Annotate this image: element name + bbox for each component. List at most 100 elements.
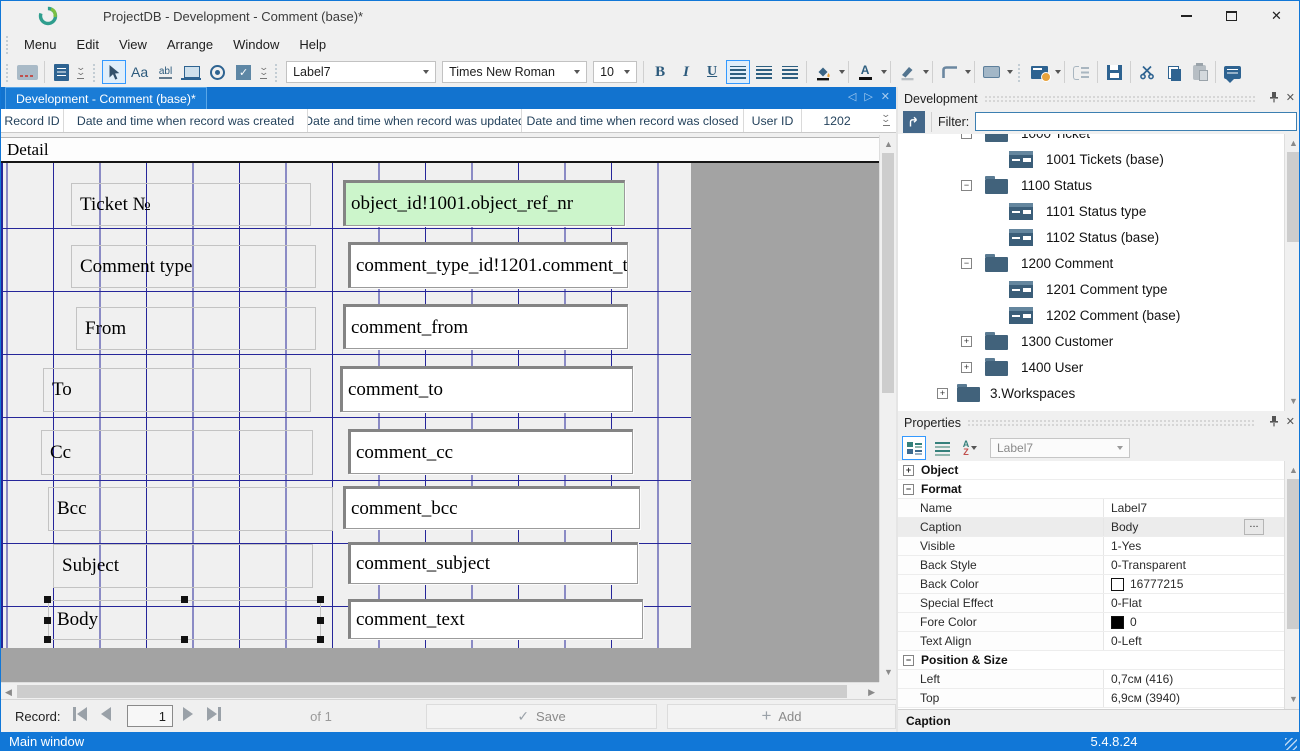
scrollbar-thumb[interactable] bbox=[17, 685, 847, 698]
font-family-combo[interactable]: Times New Roman bbox=[442, 61, 587, 83]
form-label-from[interactable]: From bbox=[76, 307, 316, 350]
menu-item-window[interactable]: Window bbox=[223, 33, 289, 56]
column-header[interactable]: Date and time when record was updated bbox=[308, 109, 522, 132]
highlight-color-button[interactable] bbox=[895, 60, 919, 84]
collapse-icon[interactable] bbox=[903, 655, 914, 666]
menu-item-help[interactable]: Help bbox=[289, 33, 336, 56]
subform-tool-button[interactable] bbox=[180, 60, 204, 84]
properties-panel-header[interactable]: Properties bbox=[898, 411, 1300, 434]
tab-scroll-left-icon[interactable] bbox=[848, 90, 856, 103]
fill-color-button[interactable] bbox=[811, 60, 835, 84]
column-header[interactable]: 1202 bbox=[802, 109, 872, 132]
chevron-down-icon[interactable] bbox=[965, 70, 971, 74]
drag-grip[interactable] bbox=[5, 34, 10, 54]
scrollbar-thumb[interactable] bbox=[1287, 479, 1299, 629]
tree-item-1202-comment-base[interactable]: 1202 Comment (base) bbox=[898, 302, 1284, 328]
panel-close-icon[interactable] bbox=[1286, 93, 1295, 104]
previous-record-button[interactable] bbox=[101, 707, 111, 721]
tab-scroll-right-icon[interactable] bbox=[864, 90, 872, 103]
form-label-body-selected[interactable]: Body bbox=[48, 600, 321, 640]
expand-icon[interactable] bbox=[961, 336, 972, 347]
outline-view-button[interactable] bbox=[1069, 60, 1093, 84]
property-row-text-align[interactable]: Text Align 0-Left bbox=[898, 632, 1284, 651]
copy-button[interactable] bbox=[1161, 60, 1185, 84]
scrollbar-thumb[interactable] bbox=[882, 153, 894, 393]
properties-scrollbar[interactable]: ▲ ▼ bbox=[1284, 461, 1300, 709]
menu-item-menu[interactable]: Menu bbox=[14, 33, 67, 56]
scroll-up-icon[interactable]: ▲ bbox=[1289, 139, 1298, 148]
last-record-button[interactable] bbox=[207, 707, 221, 721]
current-record-input[interactable] bbox=[127, 705, 173, 727]
property-row-fore-color[interactable]: Fore Color 0 bbox=[898, 613, 1284, 632]
radio-tool-button[interactable] bbox=[206, 60, 230, 84]
first-record-button[interactable] bbox=[73, 707, 87, 721]
drag-grip[interactable] bbox=[1017, 62, 1022, 82]
property-row-special-effect[interactable]: Special Effect 0-Flat bbox=[898, 594, 1284, 613]
pages-tool-button[interactable] bbox=[49, 60, 73, 84]
horizontal-scrollbar[interactable]: ◀ ▶ bbox=[1, 682, 879, 699]
sort-alphabetical-button[interactable]: AZ bbox=[958, 436, 982, 460]
expand-icon[interactable] bbox=[937, 388, 948, 399]
expand-icon[interactable] bbox=[903, 465, 914, 476]
caption-ellipsis-button[interactable]: ... bbox=[1244, 519, 1264, 535]
selection-handle[interactable] bbox=[181, 636, 188, 643]
selected-object-combo[interactable]: Label7 bbox=[990, 438, 1130, 458]
add-record-button[interactable]: Add bbox=[667, 704, 896, 729]
form-label-subject[interactable]: Subject bbox=[53, 544, 313, 588]
form-field-body[interactable]: comment_text bbox=[348, 599, 643, 639]
selection-handle[interactable] bbox=[317, 636, 324, 643]
property-row-left[interactable]: Left 0,7см (416) bbox=[898, 670, 1284, 689]
property-row-back-style[interactable]: Back Style 0-Transparent bbox=[898, 556, 1284, 575]
column-overflow-button[interactable] bbox=[882, 112, 890, 126]
property-section-position-size[interactable]: Position & Size bbox=[898, 651, 1284, 670]
close-button[interactable] bbox=[1254, 1, 1299, 30]
form-label-bcc[interactable]: Bcc bbox=[48, 487, 333, 531]
form-canvas[interactable]: Ticket № Comment type From To Cc Bcc Sub… bbox=[1, 163, 691, 648]
property-section-format[interactable]: Format bbox=[898, 480, 1284, 499]
scroll-down-icon[interactable]: ▼ bbox=[1289, 397, 1298, 406]
expand-icon[interactable] bbox=[961, 362, 972, 373]
tree-item-1100-status[interactable]: 1100 Status bbox=[898, 172, 1284, 198]
column-header[interactable]: Record ID bbox=[1, 109, 64, 132]
label-tool-button[interactable]: Aa bbox=[128, 60, 152, 84]
form-field-to[interactable]: comment_to bbox=[340, 366, 633, 412]
save-button[interactable] bbox=[1102, 60, 1126, 84]
categorized-view-button[interactable] bbox=[902, 436, 926, 460]
list-view-button[interactable] bbox=[930, 436, 954, 460]
select-cursor-button[interactable] bbox=[102, 60, 126, 84]
chevron-down-icon[interactable] bbox=[1055, 70, 1061, 74]
cut-button[interactable] bbox=[1135, 60, 1159, 84]
tab-close-icon[interactable] bbox=[881, 90, 890, 103]
tree-item-1101-status-type[interactable]: 1101 Status type bbox=[898, 198, 1284, 224]
form-label-cc[interactable]: Cc bbox=[41, 430, 313, 475]
font-color-button[interactable]: A bbox=[853, 60, 877, 84]
menu-item-view[interactable]: View bbox=[109, 33, 157, 56]
image-tool-button[interactable] bbox=[15, 60, 40, 84]
scroll-up-icon[interactable]: ▲ bbox=[1289, 466, 1298, 475]
pin-icon[interactable] bbox=[1269, 91, 1279, 106]
tab-development-comment[interactable]: Development - Comment (base)* bbox=[5, 87, 207, 109]
align-right-button[interactable] bbox=[778, 60, 802, 84]
selection-handle[interactable] bbox=[44, 617, 51, 624]
scroll-left-icon[interactable]: ◀ bbox=[5, 688, 12, 697]
scroll-right-icon[interactable]: ▶ bbox=[868, 688, 875, 697]
tree-item-1000-ticket[interactable]: 1000 Ticket bbox=[898, 134, 1284, 146]
detail-section-header[interactable]: Detail bbox=[1, 137, 879, 161]
column-header[interactable]: User ID bbox=[744, 109, 802, 132]
property-section-object[interactable]: Object bbox=[898, 461, 1284, 480]
drag-grip[interactable] bbox=[5, 62, 10, 82]
form-field-comment-type[interactable]: comment_type_id!1201.comment_type bbox=[348, 242, 628, 288]
tree-item-1200-comment[interactable]: 1200 Comment bbox=[898, 250, 1284, 276]
scrollbar-thumb[interactable] bbox=[1287, 152, 1299, 242]
align-center-button[interactable] bbox=[752, 60, 776, 84]
tree-item-3-workspaces[interactable]: 3.Workspaces bbox=[898, 380, 1284, 406]
scroll-down-icon[interactable]: ▼ bbox=[884, 668, 893, 677]
chevron-down-icon[interactable] bbox=[881, 70, 887, 74]
toolbar-overflow-button[interactable] bbox=[77, 65, 85, 79]
chevron-down-icon[interactable] bbox=[1007, 70, 1013, 74]
pin-icon[interactable] bbox=[1269, 415, 1279, 430]
underline-button[interactable]: U bbox=[700, 60, 724, 84]
paste-button[interactable] bbox=[1187, 60, 1211, 84]
chevron-down-icon[interactable] bbox=[923, 70, 929, 74]
form-field-subject[interactable]: comment_subject bbox=[348, 542, 638, 584]
